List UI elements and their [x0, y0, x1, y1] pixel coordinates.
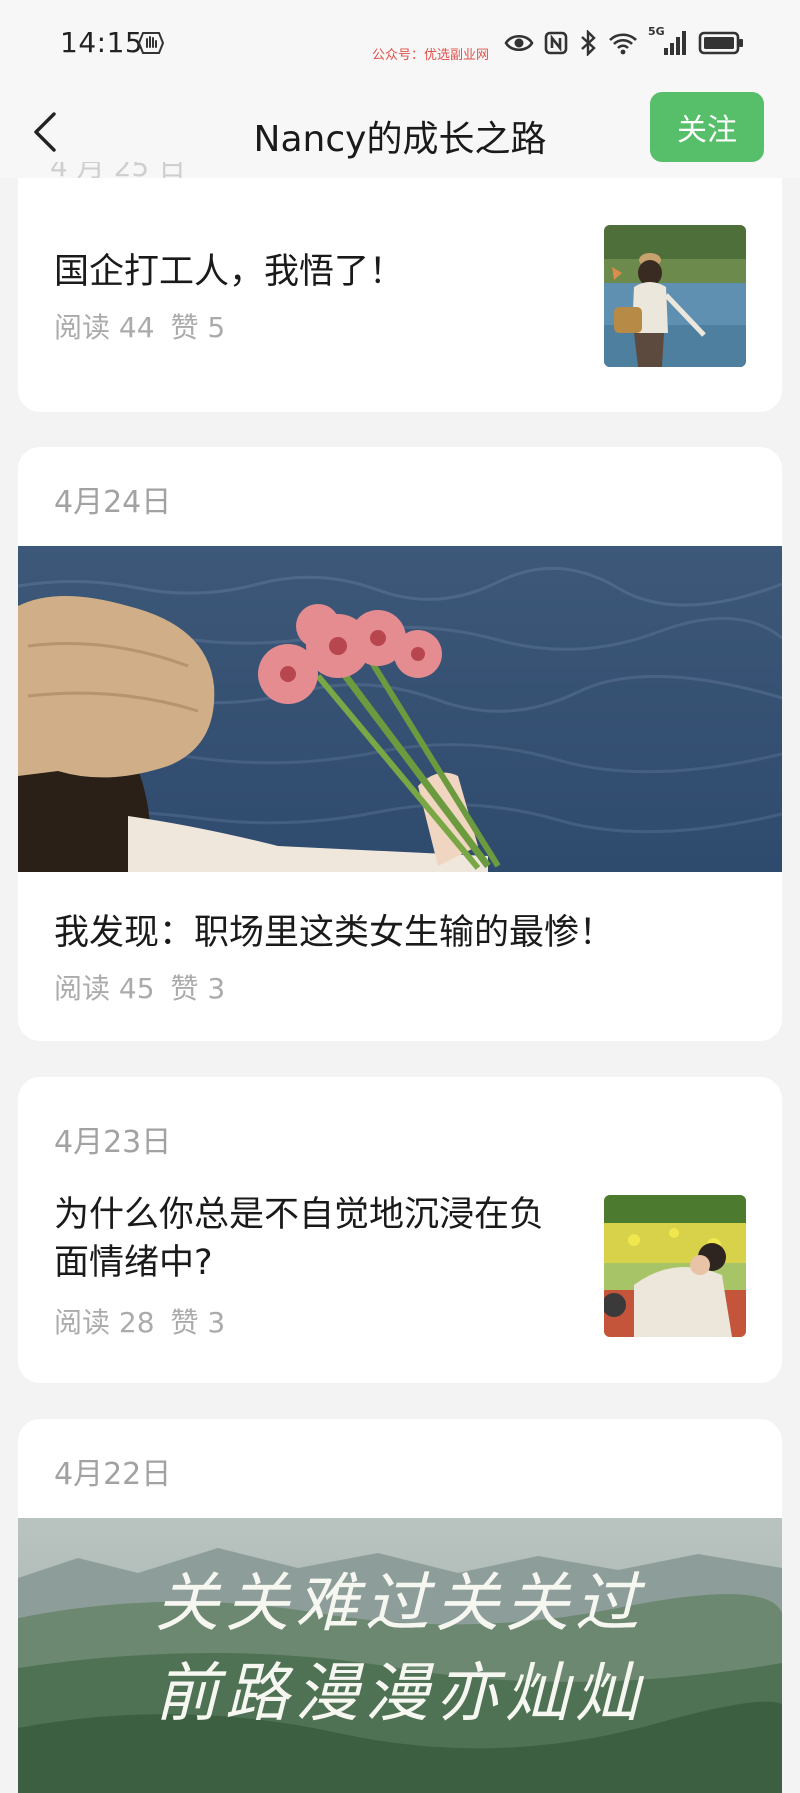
status-bar: 14:15 公众号：优选副业网 5G [0, 0, 800, 88]
signal-icon [664, 31, 686, 55]
article-card[interactable]: 4月22日 关关难过关关过 前路漫漫亦灿灿 [18, 1419, 782, 1793]
wifi-icon [609, 33, 637, 55]
battery-icon [698, 31, 743, 55]
status-icons: 5G [504, 25, 744, 58]
article-title-line: 面情绪中? [54, 1243, 213, 1283]
signal-indicator: 5G [648, 25, 688, 57]
article-date: 4月22日 [54, 1457, 172, 1492]
article-title[interactable]: 国企打工人，我悟了！ [54, 248, 404, 296]
article-stats: 阅读 28 赞 3 [54, 1301, 241, 1341]
article-title-line: 为什么你总是不自觉地沉浸在负 [54, 1195, 545, 1235]
article-thumbnail[interactable] [604, 1195, 746, 1337]
like-count: 赞 5 [170, 311, 226, 344]
like-count: 赞 3 [170, 972, 226, 1005]
read-count: 阅读 44 [54, 311, 155, 344]
article-card[interactable]: 4月23日 为什么你总是不自觉地沉浸在负 面情绪中? 阅读 28 赞 3 [18, 1077, 782, 1383]
article-stats: 阅读 45 赞 3 [54, 967, 241, 1007]
bluetooth-icon [581, 30, 596, 56]
nfc-icon [544, 31, 568, 55]
article-card[interactable]: 4月24日 我发现：职场里这类女生输的最惨！ 阅读 45 赞 3 [18, 447, 782, 1041]
follow-button[interactable]: 关注 [650, 92, 764, 162]
read-count: 阅读 28 [54, 1306, 155, 1339]
like-count: 赞 3 [170, 1306, 226, 1339]
article-cover-image[interactable] [18, 546, 782, 872]
eye-icon [504, 34, 534, 52]
article-card[interactable]: 国企打工人，我悟了！ 阅读 44 赞 5 [18, 178, 782, 412]
scrolled-date-remnant: 4 月 25 日 [50, 162, 186, 178]
article-date: 4月24日 [54, 485, 172, 520]
watermark-text: 公众号：优选副业网 [372, 48, 490, 63]
read-count: 阅读 45 [54, 972, 155, 1005]
cover-text-line: 关关难过关关过 [155, 1567, 645, 1641]
status-time: 14:15 [60, 26, 144, 59]
article-date: 4月23日 [54, 1125, 172, 1160]
article-stats: 阅读 44 赞 5 [54, 306, 241, 346]
cover-text: 关关难过关关过 前路漫漫亦灿灿 [18, 1559, 782, 1739]
cover-text-line: 前路漫漫亦灿灿 [155, 1657, 645, 1731]
article-title[interactable]: 我发现：职场里这类女生输的最惨！ [54, 909, 614, 957]
article-title[interactable]: 为什么你总是不自觉地沉浸在负 面情绪中? [54, 1191, 544, 1287]
article-thumbnail[interactable] [604, 225, 746, 367]
hand-icon [138, 32, 164, 54]
